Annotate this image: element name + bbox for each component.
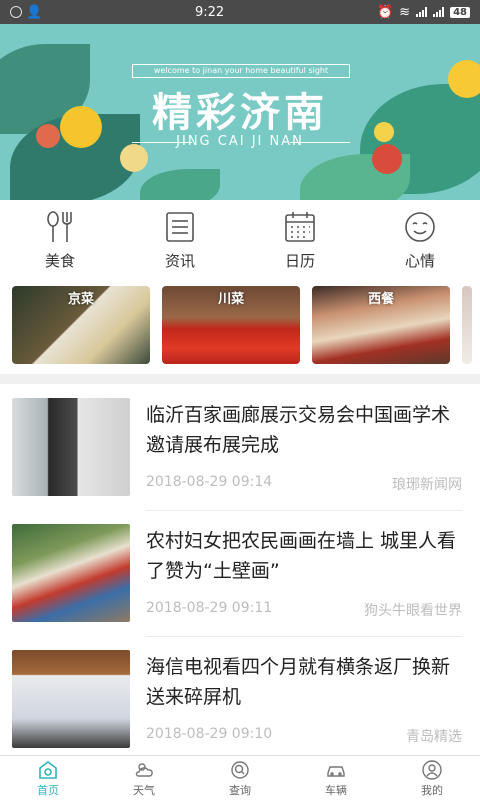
news-source: 狗头牛眼看世界 <box>364 603 462 619</box>
category-label: 美食 <box>44 251 75 270</box>
news-thumbnail <box>12 524 130 622</box>
section-separator <box>0 374 480 384</box>
news-headline: 农村妇女把农民画画在墙上 城里人看了赞为“土壁画” <box>146 530 457 582</box>
tab-vehicle[interactable]: 车辆 <box>288 756 384 800</box>
signal-icon-2 <box>433 7 445 17</box>
category-bar: 美食 资讯 日历 心情 <box>0 200 480 280</box>
home-icon <box>39 760 57 779</box>
smiley-icon <box>405 211 435 242</box>
person-icon: 👤 <box>26 4 43 20</box>
cuisine-label: 京菜 <box>68 292 95 307</box>
weather-icon <box>135 762 153 777</box>
cuisine-tile-chuan[interactable]: 川菜 <box>162 286 301 364</box>
news-item[interactable]: 临沂百家画廊展示交易会中国画学术邀请展布展完成 2018-08-29 09:14… <box>12 398 468 511</box>
category-calendar[interactable]: 日历 <box>240 200 360 280</box>
category-label: 心情 <box>404 251 435 270</box>
divider <box>146 510 462 511</box>
banner-title: 精彩济南 <box>152 90 328 136</box>
news-list-icon <box>166 211 194 242</box>
car-icon <box>327 765 345 777</box>
tab-label: 天气 <box>133 783 155 797</box>
alarm-icon: ⏰ <box>376 4 394 20</box>
news-time: 2018-08-29 09:14 <box>146 474 273 490</box>
news-headline: 海信电视看四个月就有横条返厂换新送来碎屏机 <box>146 656 451 708</box>
category-label: 日历 <box>284 251 315 270</box>
status-bar: 👤 9:22 ⏰ ≋ 48 <box>0 0 480 24</box>
search-icon <box>231 760 249 779</box>
signal-icon <box>416 7 428 17</box>
banner-subtitle: welcome to jinan your home beautiful sig… <box>132 64 350 78</box>
bottom-tab-bar: 首页 天气 查询 车辆 我的 <box>0 755 480 800</box>
divider <box>146 636 462 637</box>
news-headline: 临沂百家画廊展示交易会中国画学术邀请展布展完成 <box>146 404 451 456</box>
calendar-icon <box>285 211 315 242</box>
wifi-icon: ≋ <box>399 4 411 20</box>
status-time: 9:22 <box>194 4 225 20</box>
user-icon <box>422 759 442 780</box>
battery-icon: 48 <box>450 6 470 18</box>
category-food[interactable]: 美食 <box>0 200 120 280</box>
fork-knife-icon <box>47 210 72 242</box>
tab-label: 查询 <box>229 783 251 797</box>
cuisine-tile-western[interactable]: 西餐 <box>312 286 451 364</box>
news-source: 琅琊新闻网 <box>392 477 462 493</box>
news-thumbnail <box>12 650 130 748</box>
category-mood[interactable]: 心情 <box>360 200 480 280</box>
news-time: 2018-08-29 09:10 <box>146 726 273 742</box>
news-item[interactable]: 农村妇女把农民画画在墙上 城里人看了赞为“土壁画” 2018-08-29 09:… <box>12 524 468 637</box>
cuisine-label: 西餐 <box>368 292 395 307</box>
tab-home[interactable]: 首页 <box>0 756 96 800</box>
banner[interactable]: welcome to jinan your home beautiful sig… <box>0 24 480 200</box>
notification-icon <box>10 6 22 18</box>
category-news[interactable]: 资讯 <box>120 200 240 280</box>
tab-weather[interactable]: 天气 <box>96 756 192 800</box>
leaf-decoration <box>140 169 220 200</box>
banner-pinyin: JING CAI JI NAN <box>176 134 304 149</box>
cuisine-tile-more[interactable] <box>462 286 472 364</box>
tab-label: 车辆 <box>325 783 347 797</box>
cuisine-row: 京菜 川菜 西餐 <box>12 286 472 366</box>
news-source: 青岛精选 <box>406 729 462 745</box>
category-label: 资讯 <box>164 251 195 270</box>
tab-mine[interactable]: 我的 <box>384 756 480 800</box>
tab-label: 我的 <box>421 783 443 797</box>
tab-label: 首页 <box>37 783 59 797</box>
tab-query[interactable]: 查询 <box>192 756 288 800</box>
cuisine-tile-jing[interactable]: 京菜 <box>12 286 151 364</box>
news-thumbnail <box>12 398 130 496</box>
cuisine-label: 川菜 <box>218 292 245 307</box>
news-time: 2018-08-29 09:11 <box>146 600 273 616</box>
news-item[interactable]: 海信电视看四个月就有横条返厂换新送来碎屏机 2018-08-29 09:10 青… <box>12 650 468 756</box>
